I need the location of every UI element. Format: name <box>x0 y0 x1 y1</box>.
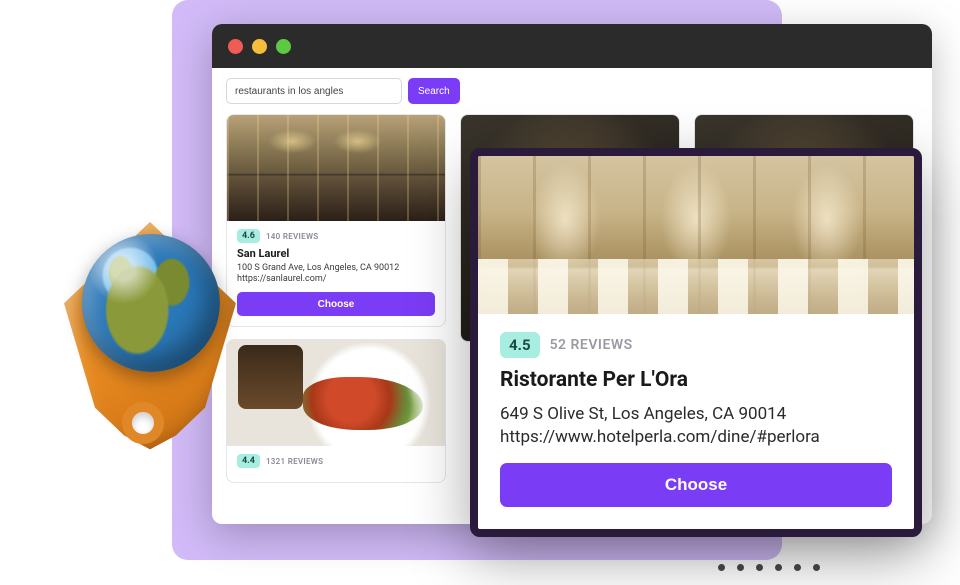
choose-button[interactable]: Choose <box>500 463 892 507</box>
result-card: 4.4 1321 REVIEWS <box>226 339 446 483</box>
restaurant-photo <box>227 115 445 221</box>
review-count: 1321 REVIEWS <box>266 457 323 466</box>
card-body: 4.5 52 REVIEWS Ristorante Per L'Ora 649 … <box>478 314 914 529</box>
search-row: Search <box>226 78 918 104</box>
rating-row: 4.4 1321 REVIEWS <box>237 454 435 468</box>
review-count: 140 REVIEWS <box>266 232 319 241</box>
rating-row: 4.6 140 REVIEWS <box>237 229 435 243</box>
results-column-1: 4.6 140 REVIEWS San Laurel 100 S Grand A… <box>226 114 446 483</box>
window-titlebar <box>212 24 932 68</box>
restaurant-photo <box>227 340 445 446</box>
card-body: 4.6 140 REVIEWS San Laurel 100 S Grand A… <box>227 221 445 326</box>
restaurant-url: https://www.hotelperla.com/dine/#perlora <box>500 427 892 447</box>
card-body: 4.4 1321 REVIEWS <box>227 446 445 482</box>
pagination-dots <box>718 564 820 571</box>
rating-row: 4.5 52 REVIEWS <box>500 332 892 358</box>
restaurant-photo <box>478 156 914 314</box>
restaurant-address: 100 S Grand Ave, Los Angeles, CA 90012 <box>237 262 435 274</box>
restaurant-title: San Laurel <box>237 247 435 260</box>
close-icon[interactable] <box>228 39 243 54</box>
choose-button[interactable]: Choose <box>237 292 435 316</box>
restaurant-url: https://sanlaurel.com/ <box>237 274 435 284</box>
globe-pin-icon <box>60 214 242 464</box>
maximize-icon[interactable] <box>276 39 291 54</box>
minimize-icon[interactable] <box>252 39 267 54</box>
restaurant-title: Ristorante Per L'Ora <box>500 368 892 392</box>
rating-badge: 4.5 <box>500 332 540 358</box>
restaurant-address: 649 S Olive St, Los Angeles, CA 90014 <box>500 402 892 427</box>
search-input[interactable] <box>226 78 402 104</box>
result-card: 4.6 140 REVIEWS San Laurel 100 S Grand A… <box>226 114 446 327</box>
featured-result-card: 4.5 52 REVIEWS Ristorante Per L'Ora 649 … <box>470 148 922 537</box>
review-count: 52 REVIEWS <box>550 337 633 353</box>
search-button[interactable]: Search <box>408 78 460 104</box>
